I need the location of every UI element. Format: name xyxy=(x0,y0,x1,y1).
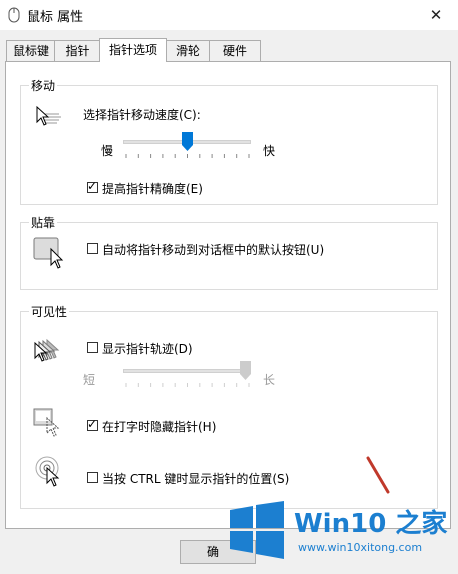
tab-hardware[interactable]: 硬件 xyxy=(209,40,261,61)
speed-label: 选择指针移动速度(C): xyxy=(83,108,201,122)
watermark-title: Win10 之家 xyxy=(294,509,448,539)
precision-label: 提高指针精确度(E) xyxy=(102,182,203,196)
snap-to-checkbox[interactable] xyxy=(87,243,98,254)
trails-checkbox[interactable] xyxy=(87,342,98,353)
ctrl-locate-icon xyxy=(35,456,60,487)
watermark: Win10 之家 www.win10xitong.com xyxy=(224,495,458,574)
motion-group: 移动 选择指针移动速度(C): 慢 快 ✓ 提高指针精确度(E) xyxy=(20,77,438,205)
trails-slider-ticks xyxy=(125,383,250,387)
visibility-group-title: 可见性 xyxy=(29,303,70,320)
tab-wheel[interactable]: 滑轮 xyxy=(165,40,211,61)
snap-to-button-icon xyxy=(33,237,64,269)
ctrl-locate-label: 当按 CTRL 键时显示指针的位置(S) xyxy=(102,472,290,486)
speed-slider-thumb[interactable] xyxy=(181,132,193,151)
mouse-icon xyxy=(8,7,20,23)
tab-pointers[interactable]: 指针 xyxy=(54,40,101,61)
trails-slider-track[interactable] xyxy=(123,369,251,373)
hide-pointer-icon xyxy=(33,408,60,437)
trails-label: 显示指针轨迹(D) xyxy=(102,342,193,356)
watermark-url: www.win10xitong.com xyxy=(298,541,423,554)
speed-slider-ticks xyxy=(125,154,250,158)
tab-buttons[interactable]: 鼠标键 xyxy=(6,40,56,61)
snap-to-label: 自动将指针移动到对话框中的默认按钮(U) xyxy=(102,243,325,257)
slow-label: 慢 xyxy=(101,144,114,158)
pointer-motion-icon xyxy=(36,105,61,126)
check-mark-icon: ✓ xyxy=(87,417,98,431)
motion-group-title: 移动 xyxy=(29,77,58,94)
ctrl-locate-checkbox[interactable] xyxy=(87,472,98,483)
snap-to-group: 贴靠 自动将指针移动到对话框中的默认按钮(U) xyxy=(20,214,438,290)
snap-to-group-title: 贴靠 xyxy=(29,214,58,231)
window-title: 鼠标 属性 xyxy=(27,10,84,25)
short-label: 短 xyxy=(83,373,96,387)
annotation-stroke xyxy=(366,456,390,494)
tab-pointer-options[interactable]: 指针选项 xyxy=(99,38,167,62)
precision-checkbox[interactable]: ✓ xyxy=(87,179,98,193)
hide-typing-checkbox[interactable]: ✓ xyxy=(87,417,98,431)
windows-logo-icon xyxy=(230,501,284,559)
pointer-trails-icon xyxy=(34,338,60,362)
fast-label: 快 xyxy=(263,144,276,158)
trails-slider-thumb[interactable] xyxy=(240,361,251,380)
check-mark-icon: ✓ xyxy=(87,179,98,193)
hide-typing-label: 在打字时隐藏指针(H) xyxy=(102,420,217,434)
close-button[interactable]: ✕ xyxy=(414,0,458,30)
title-bar: 鼠标 属性 ✕ xyxy=(0,0,458,30)
long-label: 长 xyxy=(263,373,276,387)
